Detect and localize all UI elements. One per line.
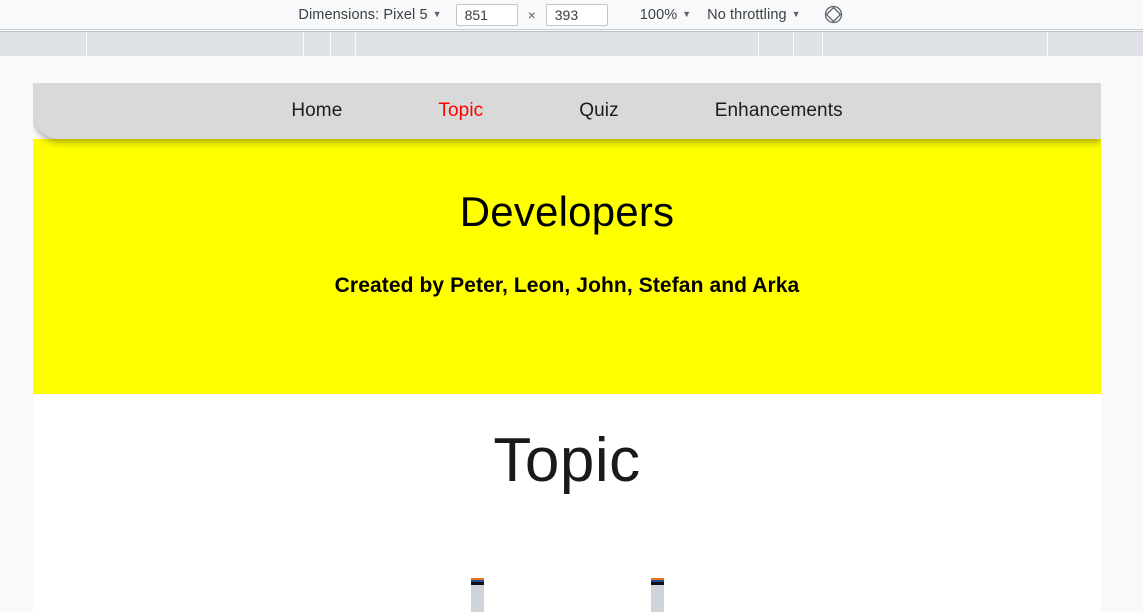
device-preset-label: Dimensions: Pixel 5 — [298, 6, 428, 23]
viewport-width-input[interactable] — [455, 3, 518, 26]
nav-item-home[interactable]: Home — [291, 100, 342, 122]
ruler-tick-3 — [355, 32, 356, 57]
rotate-device-button[interactable] — [823, 4, 845, 26]
ruler-tick-1 — [303, 32, 304, 57]
emulated-page: Home Topic Quiz Enhancements Developers … — [33, 83, 1101, 612]
dimension-separator: × — [527, 6, 536, 23]
hero-title: Developers — [459, 188, 675, 235]
zoom-level-select[interactable]: 100% ▼ — [640, 7, 691, 23]
nav-item-quiz[interactable]: Quiz — [579, 100, 618, 122]
ruler-tick-7 — [1047, 32, 1048, 57]
network-throttling-select[interactable]: No throttling ▼ — [707, 7, 800, 23]
rotate-device-icon — [824, 5, 843, 24]
ruler-tick-4 — [758, 32, 759, 57]
chevron-down-icon: ▼ — [432, 8, 442, 19]
hero-subtitle: Created by Peter, Leon, John, Stefan and… — [334, 274, 800, 297]
content-section: Topic — [33, 394, 1101, 612]
viewport-height-input[interactable] — [545, 3, 608, 26]
nav-item-enhancements[interactable]: Enhancements — [715, 100, 843, 122]
chevron-down-icon: ▼ — [682, 8, 692, 19]
ruler-tick-6 — [822, 32, 823, 57]
nav-item-topic[interactable]: Topic — [438, 100, 483, 122]
emulated-viewport: Home Topic Quiz Enhancements Developers … — [0, 56, 1143, 612]
nav-list: Home Topic Quiz Enhancements — [243, 100, 890, 122]
thumbnail-image-2[interactable] — [650, 578, 664, 612]
thumbnail-row — [33, 578, 1101, 612]
thumbnail-image-1[interactable] — [470, 578, 484, 612]
hero-banner: Developers Created by Peter, Leon, John,… — [33, 139, 1101, 394]
site-navbar: Home Topic Quiz Enhancements — [33, 83, 1101, 139]
ruler-tick-2 — [330, 32, 331, 57]
ruler-tick-0 — [86, 32, 87, 57]
devtools-device-toolbar: Dimensions: Pixel 5 ▼ × 100% ▼ No thrott… — [0, 0, 1143, 30]
chevron-down-icon: ▼ — [791, 8, 801, 19]
device-preset-select[interactable]: Dimensions: Pixel 5 ▼ — [298, 7, 441, 23]
viewport-ruler[interactable] — [0, 31, 1143, 57]
network-throttling-label: No throttling — [707, 6, 787, 23]
ruler-tick-5 — [793, 32, 794, 57]
page-title: Topic — [493, 426, 641, 495]
zoom-level-label: 100% — [639, 6, 678, 23]
